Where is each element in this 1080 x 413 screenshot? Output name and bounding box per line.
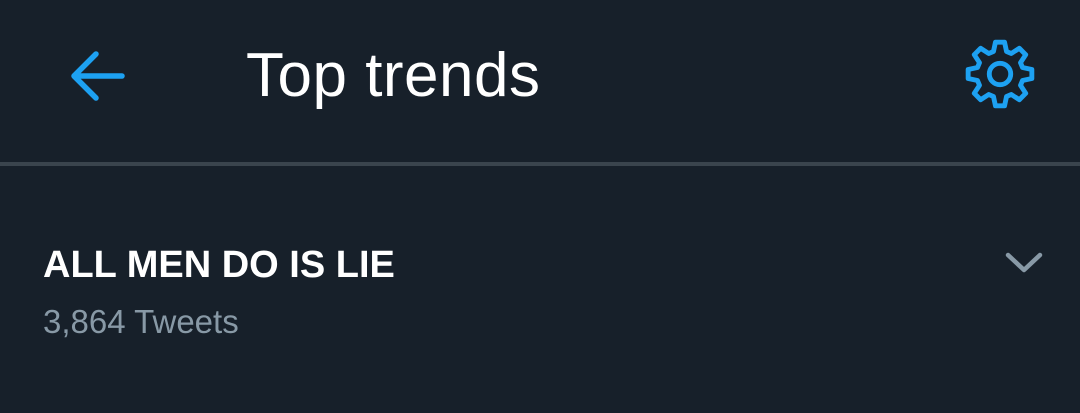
chevron-down-icon bbox=[1005, 251, 1043, 275]
trend-list-item[interactable]: ALL MEN DO IS LIE 3,864 Tweets bbox=[0, 166, 1080, 413]
page-title: Top trends bbox=[246, 41, 541, 110]
gear-icon bbox=[961, 35, 1039, 113]
trend-menu-button[interactable] bbox=[994, 238, 1054, 288]
arrow-left-icon bbox=[66, 50, 126, 102]
top-bar: Top trends bbox=[0, 0, 1080, 162]
back-button[interactable] bbox=[52, 38, 140, 114]
trend-name: ALL MEN DO IS LIE bbox=[43, 244, 395, 286]
trend-tweet-count: 3,864 Tweets bbox=[43, 303, 239, 340]
settings-button[interactable] bbox=[950, 24, 1050, 124]
